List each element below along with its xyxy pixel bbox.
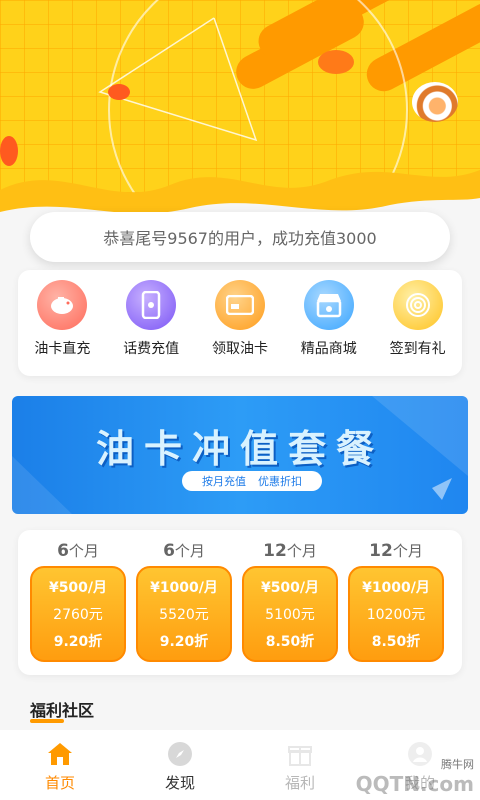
watermark: 腾牛网 QQTN.com (356, 756, 474, 796)
banner-title: 油卡冲值套餐 (95, 427, 384, 471)
fingerprint-icon (392, 280, 443, 330)
menu-item-sign-in-gift[interactable]: 签到有礼 (374, 280, 462, 358)
banner-tag: 按月充值 (202, 475, 246, 488)
tab-home[interactable]: 首页 (0, 730, 120, 800)
menu-label: 话费充值 (123, 341, 180, 357)
package-monthly: ¥1000/月 (362, 580, 430, 597)
package-period: 12个月 (263, 541, 317, 561)
winner-notice: 恭喜尾号9567的用户，成功充值3000 (30, 212, 450, 262)
banner-tag: 优惠折扣 (258, 475, 302, 488)
menu-item-mall[interactable]: 精品商城 (285, 280, 373, 358)
menu-item-get-fuel-card[interactable]: 领取油卡 (196, 280, 284, 358)
compass-icon (166, 740, 194, 768)
package-card[interactable]: ¥1000/月 5520元 9.20折 (136, 566, 232, 662)
package-card[interactable]: ¥1000/月 10200元 8.50折 (348, 566, 444, 662)
package-period: 12个月 (369, 541, 423, 561)
package-card[interactable]: ¥500/月 5100元 8.50折 (242, 566, 338, 662)
menu-item-phone-recharge[interactable]: 话费充值 (107, 280, 195, 358)
menu-label: 领取油卡 (211, 341, 268, 357)
menu-label: 签到有礼 (389, 341, 446, 357)
shop-icon (303, 280, 354, 330)
piggy-bank-icon (37, 280, 88, 330)
package-discount: 8.50折 (371, 633, 421, 650)
tab-welfare[interactable]: 福利 (240, 730, 360, 800)
package-item: 12个月 ¥500/月 5100元 8.50折 (242, 540, 338, 662)
section-title: 福利社区 (30, 701, 95, 720)
watermark-big: QQTN.com (355, 772, 474, 796)
home-icon (46, 740, 74, 768)
package-discount: 8.50折 (265, 633, 315, 650)
package-item: 6个月 ¥1000/月 5520元 9.20折 (136, 540, 232, 662)
hero-ball (108, 84, 130, 100)
menu-label: 油卡直充 (34, 341, 91, 357)
package-monthly: ¥1000/月 (150, 580, 218, 597)
tab-label: 首页 (44, 774, 75, 792)
package-discount: 9.20折 (159, 633, 209, 650)
hero-banner (0, 0, 480, 240)
package-card[interactable]: ¥500/月 2760元 9.20折 (30, 566, 126, 662)
tab-label: 福利 (284, 774, 315, 792)
section-underline (30, 719, 64, 723)
phone-icon (126, 280, 177, 330)
banner-tags: 按月充值 优惠折扣 (182, 471, 322, 491)
promo-banner[interactable]: 油卡冲值套餐 按月充值 优惠折扣 (12, 396, 468, 514)
tab-label: 发现 (164, 774, 195, 792)
package-period: 6个月 (57, 541, 99, 561)
package-discount: 9.20折 (53, 633, 103, 650)
watermark-small: 腾牛网 (441, 758, 474, 771)
package-item: 12个月 ¥1000/月 10200元 8.50折 (348, 540, 444, 662)
card-icon (214, 280, 265, 330)
package-monthly: ¥500/月 (260, 580, 320, 597)
package-total: 2760元 (53, 606, 103, 623)
package-total: 10200元 (366, 606, 426, 623)
notice-text: 恭喜尾号9567的用户，成功充值3000 (103, 229, 377, 248)
package-item: 6个月 ¥500/月 2760元 9.20折 (30, 540, 126, 662)
recharge-packages: 6个月 ¥500/月 2760元 9.20折 6个月 ¥1000/月 5520元… (18, 530, 462, 675)
gift-icon (286, 740, 314, 768)
menu-label: 精品商城 (300, 341, 357, 357)
quick-menu: 油卡直充 话费充值 领取油卡 精品商城 签到有礼 (18, 270, 462, 376)
hero-ball (318, 50, 354, 74)
hero-ball (412, 82, 458, 122)
menu-item-fuel-card-recharge[interactable]: 油卡直充 (18, 280, 106, 358)
package-total: 5100元 (265, 606, 315, 623)
package-period: 6个月 (163, 541, 205, 561)
package-monthly: ¥500/月 (48, 580, 108, 597)
tab-discover[interactable]: 发现 (120, 730, 240, 800)
package-total: 5520元 (159, 606, 209, 623)
